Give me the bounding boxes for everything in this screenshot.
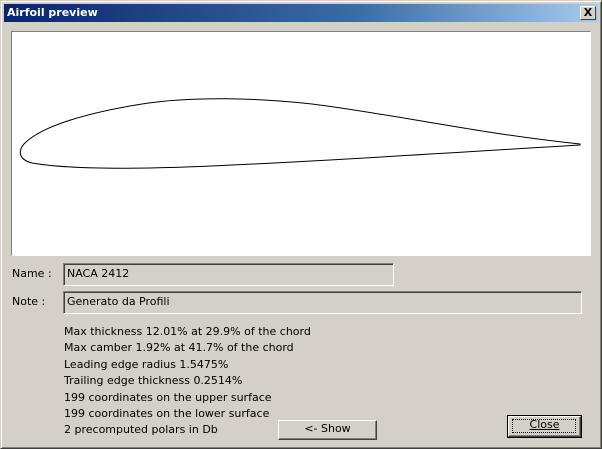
airfoil-outline [19,98,581,169]
max-thickness-text: Max thickness 12.01% at 29.9% of the cho… [64,325,311,338]
upper-coordinates-text: 199 coordinates on the upper surface [64,390,272,404]
polars-text: 2 precomputed polars in Db [64,423,218,437]
close-window-button[interactable]: X [580,6,596,20]
close-button-label: Close [529,418,560,431]
leading-edge-radius-text: Leading edge radius 1.5475% [64,357,229,371]
close-icon: X [583,6,593,19]
note-label: Note : [12,295,46,308]
lower-coordinates-text: 199 coordinates on the lower surface [64,407,270,421]
name-label: Name : [12,267,52,280]
trailing-edge-thickness-text: Trailing edge thickness 0.2514% [64,374,243,388]
window-title: Airfoil preview [7,6,98,19]
close-button[interactable]: Close [507,415,582,438]
name-field[interactable]: NACA 2412 [63,263,394,286]
airfoil-plot [19,98,581,169]
airfoil-stats: Max thickness 12.01% at 29.9% of the cho… [64,324,311,439]
show-button-label: <- Show [304,422,351,435]
note-field[interactable]: Generato da Profili [63,291,582,314]
max-camber-text: Max camber 1.92% at 41.7% of the chord [64,341,294,355]
title-bar[interactable]: Airfoil preview X [4,4,598,22]
airfoil-preview-canvas [11,31,591,256]
airfoil-preview-dialog: Airfoil preview X Name : NACA 2412 Note … [0,0,602,449]
show-button[interactable]: <- Show [278,420,377,440]
